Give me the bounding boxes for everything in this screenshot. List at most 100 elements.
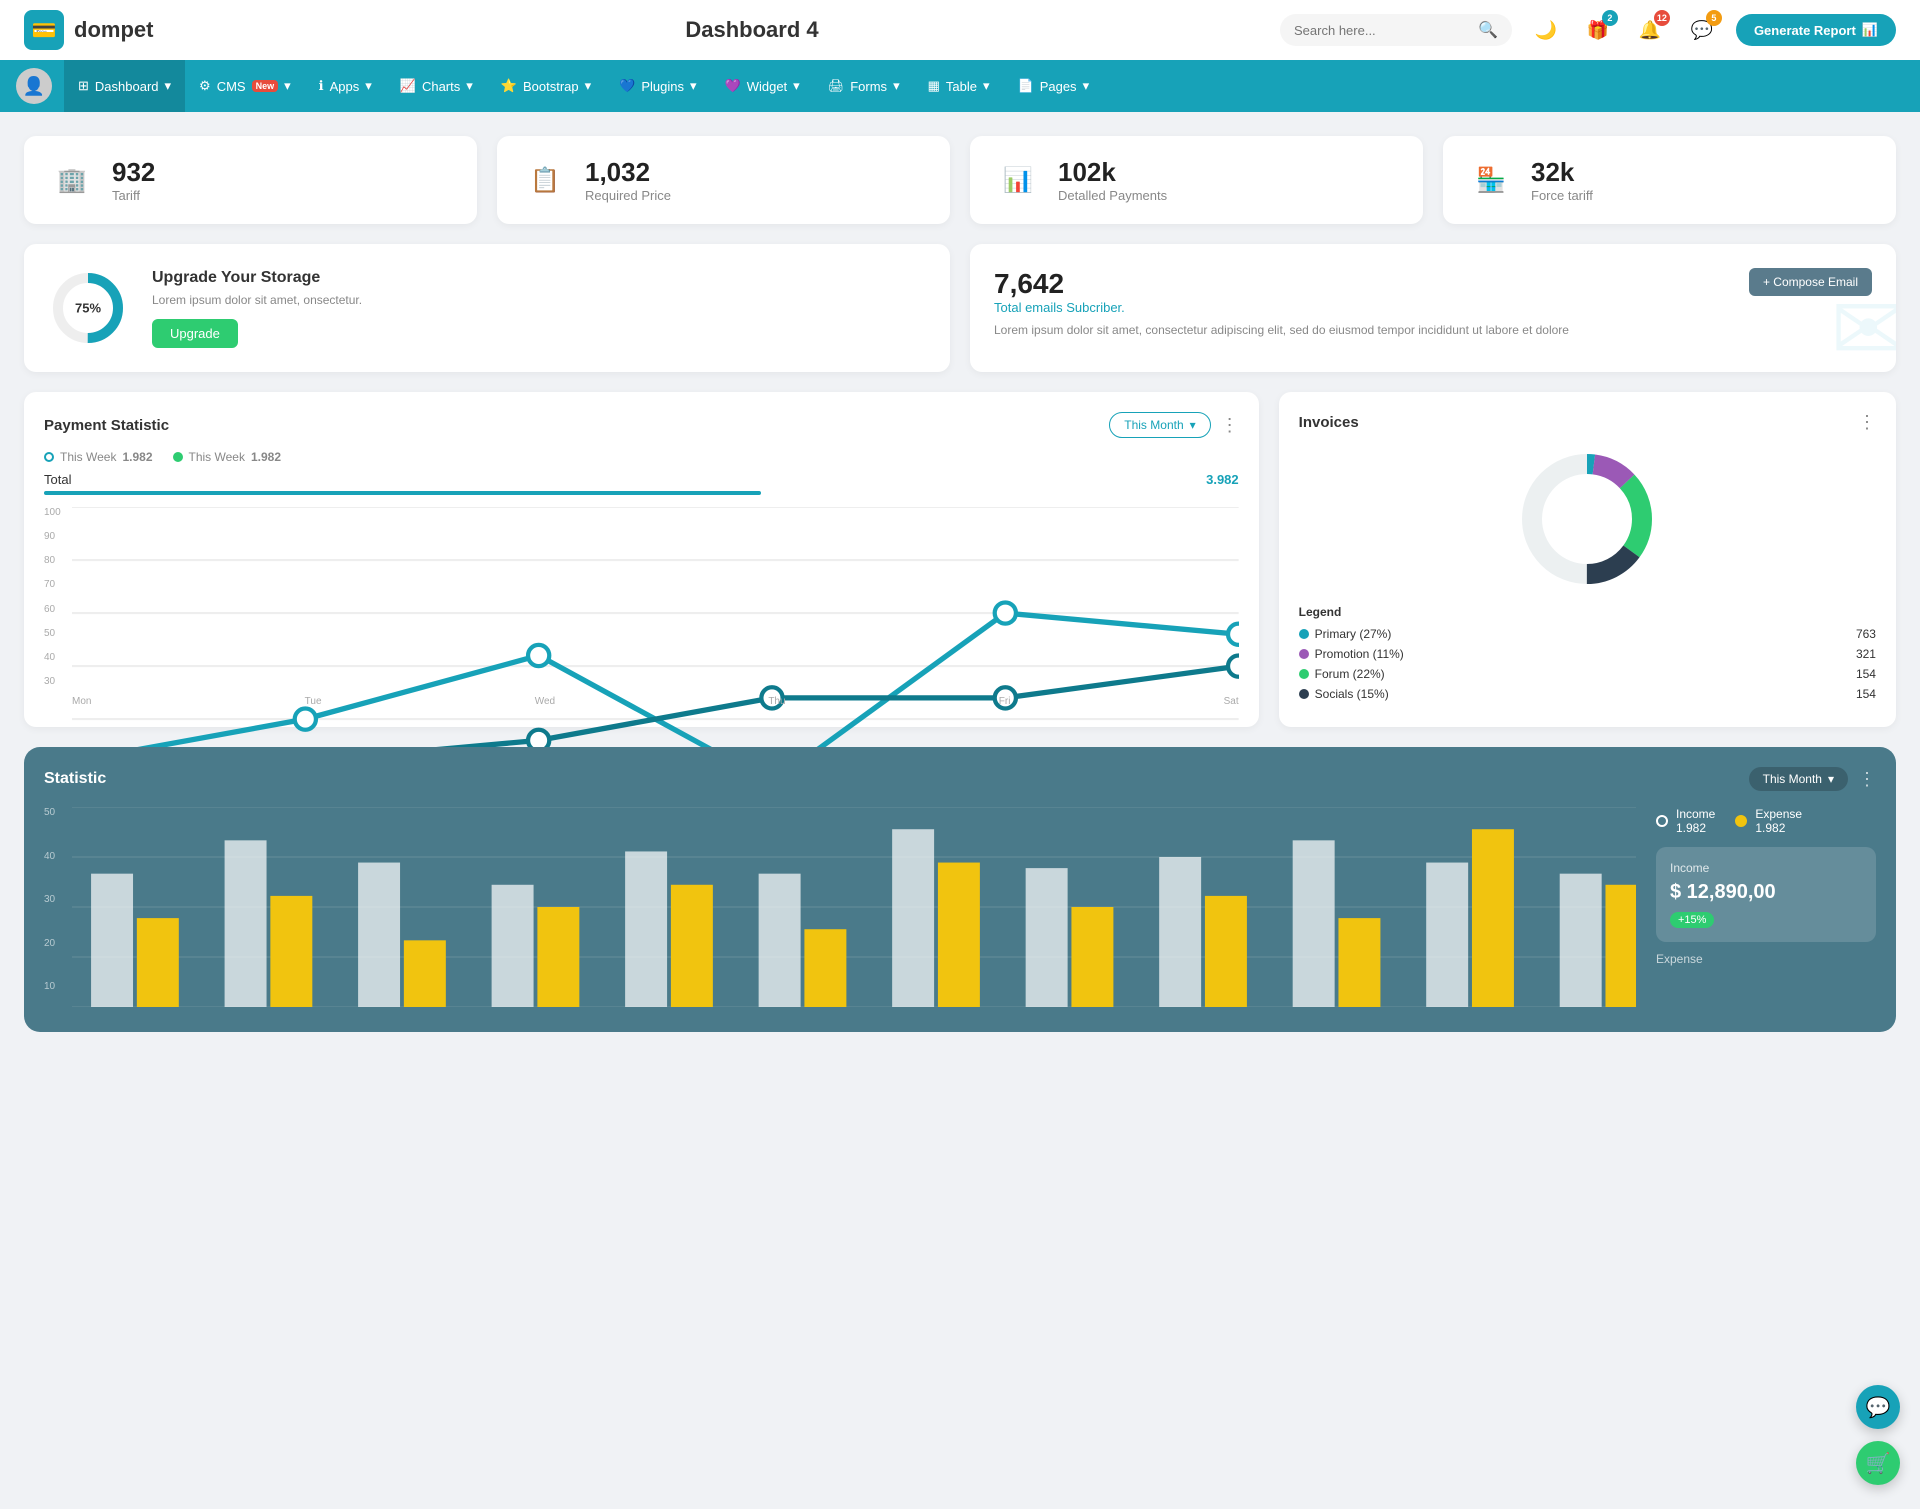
- charts-arrow: ▾: [466, 78, 473, 94]
- storage-card: 75% Upgrade Your Storage Lorem ipsum dol…: [24, 244, 950, 372]
- expense-legend-dot: [1735, 815, 1747, 827]
- apps-arrow: ▾: [365, 78, 372, 94]
- nav-item-bootstrap[interactable]: ⭐ Bootstrap ▾: [487, 60, 605, 112]
- storage-info: Upgrade Your Storage Lorem ipsum dolor s…: [152, 269, 362, 348]
- forms-label: Forms: [850, 79, 887, 94]
- email-label: Total emails Subcriber.: [994, 300, 1569, 315]
- search-input[interactable]: [1294, 23, 1470, 38]
- nav-item-cms[interactable]: ⚙ CMS New ▾: [185, 60, 305, 112]
- stat-card-tariff: 🏢 932 Tariff: [24, 136, 477, 224]
- forum-value: 154: [1856, 667, 1876, 681]
- stat-card-payments: 📊 102k Detalled Payments: [970, 136, 1423, 224]
- upgrade-button[interactable]: Upgrade: [152, 319, 238, 348]
- charts-row: Payment Statistic This Month ▾ ⋮ This We…: [24, 392, 1896, 727]
- nav-avatar: 👤: [16, 68, 52, 104]
- moon-button[interactable]: 🌙: [1528, 12, 1564, 48]
- socials-dot: [1299, 689, 1309, 699]
- nav-item-plugins[interactable]: 💙 Plugins ▾: [605, 60, 710, 112]
- widget-label: Widget: [747, 79, 787, 94]
- bell-button[interactable]: 🔔 12: [1632, 12, 1668, 48]
- legend-value-1: 1.982: [122, 450, 152, 464]
- bell-badge: 12: [1654, 10, 1670, 26]
- income-legend-value: 1.982: [1676, 821, 1715, 835]
- bar-chart-y-labels: 5040302010: [44, 807, 68, 992]
- cms-arrow: ▾: [284, 78, 291, 94]
- nav-item-table[interactable]: ▦ Table ▾: [914, 60, 1004, 112]
- payment-filter-button[interactable]: This Month ▾: [1109, 412, 1210, 438]
- primary-value: 763: [1856, 627, 1876, 641]
- email-card-header: 7,642 Total emails Subcriber. Lorem ipsu…: [994, 268, 1872, 337]
- storage-title: Upgrade Your Storage: [152, 269, 362, 287]
- search-icon: 🔍: [1478, 20, 1498, 40]
- tariff-value: 932: [112, 157, 155, 188]
- email-value: 7,642: [994, 268, 1569, 300]
- legend-socials: Socials (15%) 154: [1299, 687, 1876, 701]
- gift-badge: 2: [1602, 10, 1618, 26]
- stat-card-required-price: 📋 1,032 Required Price: [497, 136, 950, 224]
- invoices-donut-chart: [1299, 449, 1876, 589]
- search-box[interactable]: 🔍: [1280, 14, 1512, 46]
- widget-icon: 💜: [725, 78, 741, 94]
- payment-menu-button[interactable]: ⋮: [1221, 415, 1239, 436]
- chat-button[interactable]: 💬 5: [1684, 12, 1720, 48]
- bootstrap-icon: ⭐: [501, 78, 517, 94]
- email-card: 7,642 Total emails Subcriber. Lorem ipsu…: [970, 244, 1896, 372]
- stat-legend: Income 1.982 Expense 1.982: [1656, 807, 1876, 835]
- legend-item-week1: This Week 1.982: [44, 450, 153, 464]
- moon-icon: 🌙: [1535, 20, 1557, 41]
- apps-icon: ℹ: [319, 78, 324, 94]
- widget-arrow: ▾: [793, 78, 800, 94]
- line-chart: 10090807060504030: [44, 507, 1239, 707]
- support-button[interactable]: 💬: [1856, 1385, 1900, 1429]
- total-label: Total: [44, 472, 71, 487]
- x-axis-labels: MonTueWedThuFriSat: [72, 696, 1239, 707]
- generate-report-label: Generate Report: [1754, 23, 1856, 38]
- socials-label: Socials (15%): [1315, 687, 1389, 701]
- plugins-label: Plugins: [641, 79, 684, 94]
- legend-primary: Primary (27%) 763: [1299, 627, 1876, 641]
- tariff-icon: 🏢: [48, 156, 96, 204]
- plugins-icon: 💙: [619, 78, 635, 94]
- cart-button[interactable]: 🛒: [1856, 1441, 1900, 1485]
- storage-description: Lorem ipsum dolor sit amet, onsectetur.: [152, 293, 362, 307]
- nav-item-dashboard[interactable]: ⊞ Dashboard ▾: [64, 60, 185, 112]
- statistic-filter-button[interactable]: This Month ▾: [1749, 767, 1848, 791]
- apps-label: Apps: [330, 79, 360, 94]
- cms-label: CMS: [217, 79, 246, 94]
- cms-icon: ⚙: [199, 78, 211, 94]
- nav-item-forms[interactable]: 🖨 Forms ▾: [814, 60, 914, 112]
- invoices-header: Invoices ⋮: [1299, 412, 1876, 433]
- total-row: Total 3.982: [44, 472, 1239, 487]
- income-legend-label: Income: [1676, 807, 1715, 821]
- legend-label-1: This Week: [60, 450, 116, 464]
- total-bar: [44, 491, 761, 495]
- plugins-arrow: ▾: [690, 78, 697, 94]
- invoices-card: Invoices ⋮ Leg: [1279, 392, 1896, 727]
- bar-chart-svg: [72, 807, 1636, 1007]
- chart-icon: 📊: [1862, 22, 1878, 38]
- payment-legend: This Week 1.982 This Week 1.982: [44, 450, 1239, 464]
- nav-item-apps[interactable]: ℹ Apps ▾: [305, 60, 386, 112]
- forms-icon: 🖨: [828, 78, 845, 94]
- income-card: Income $ 12,890,00 +15%: [1656, 847, 1876, 942]
- generate-report-button[interactable]: Generate Report 📊: [1736, 14, 1896, 46]
- nav-item-widget[interactable]: 💜 Widget ▾: [711, 60, 814, 112]
- income-card-label: Income: [1670, 861, 1862, 875]
- forms-arrow: ▾: [893, 78, 900, 94]
- required-price-value: 1,032: [585, 157, 671, 188]
- gift-button[interactable]: 🎁 2: [1580, 12, 1616, 48]
- table-arrow: ▾: [983, 78, 990, 94]
- stat-card-force-tariff: 🏪 32k Force tariff: [1443, 136, 1896, 224]
- payments-value: 102k: [1058, 157, 1167, 188]
- nav-item-charts[interactable]: 📈 Charts ▾: [386, 60, 487, 112]
- support-icon: 💬: [1866, 1395, 1891, 1420]
- page-title: Dashboard 4: [224, 17, 1280, 43]
- nav-item-pages[interactable]: 📄 Pages ▾: [1004, 60, 1104, 112]
- email-description: Lorem ipsum dolor sit amet, consectetur …: [994, 323, 1569, 337]
- invoices-legend: Legend Primary (27%) 763 Promotion (11%)…: [1299, 605, 1876, 701]
- stat-right: Income 1.982 Expense 1.982 Income $: [1656, 807, 1876, 1012]
- dashboard-icon: ⊞: [78, 78, 89, 94]
- statistic-menu-button[interactable]: ⋮: [1858, 769, 1876, 790]
- invoices-menu-button[interactable]: ⋮: [1858, 412, 1876, 433]
- primary-dot: [1299, 629, 1309, 639]
